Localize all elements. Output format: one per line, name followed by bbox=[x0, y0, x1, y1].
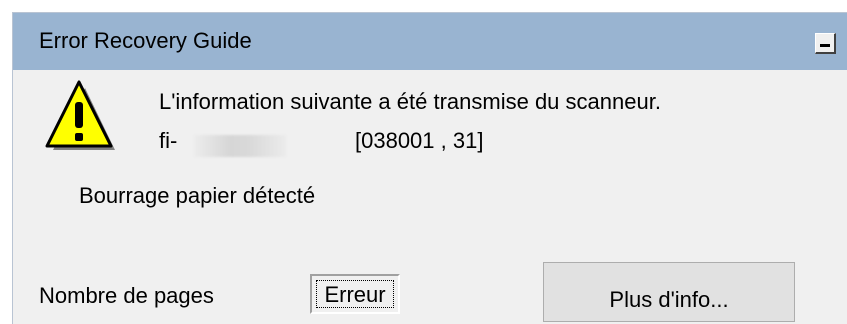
pages-count-label: Nombre de pages bbox=[39, 283, 214, 308]
error-description: Bourrage papier détecté bbox=[79, 183, 316, 208]
warning-icon bbox=[45, 80, 115, 150]
message-text: L'information suivante a été transmise d… bbox=[159, 89, 661, 114]
error-recovery-dialog: Error Recovery Guide L'information suiva… bbox=[12, 12, 847, 324]
more-info-button[interactable]: Plus d'info... bbox=[543, 262, 795, 322]
window-title: Error Recovery Guide bbox=[39, 28, 252, 53]
error-code: [038001 , 31] bbox=[355, 128, 484, 153]
pages-count-field: Erreur bbox=[310, 274, 400, 314]
minimize-button[interactable] bbox=[815, 33, 836, 54]
minimize-icon bbox=[820, 44, 830, 47]
redacted-model-number bbox=[194, 135, 286, 157]
title-bar[interactable]: Error Recovery Guide bbox=[13, 13, 847, 70]
pages-count-value: Erreur bbox=[324, 282, 386, 307]
scanner-model-prefix: fi- bbox=[159, 128, 178, 153]
